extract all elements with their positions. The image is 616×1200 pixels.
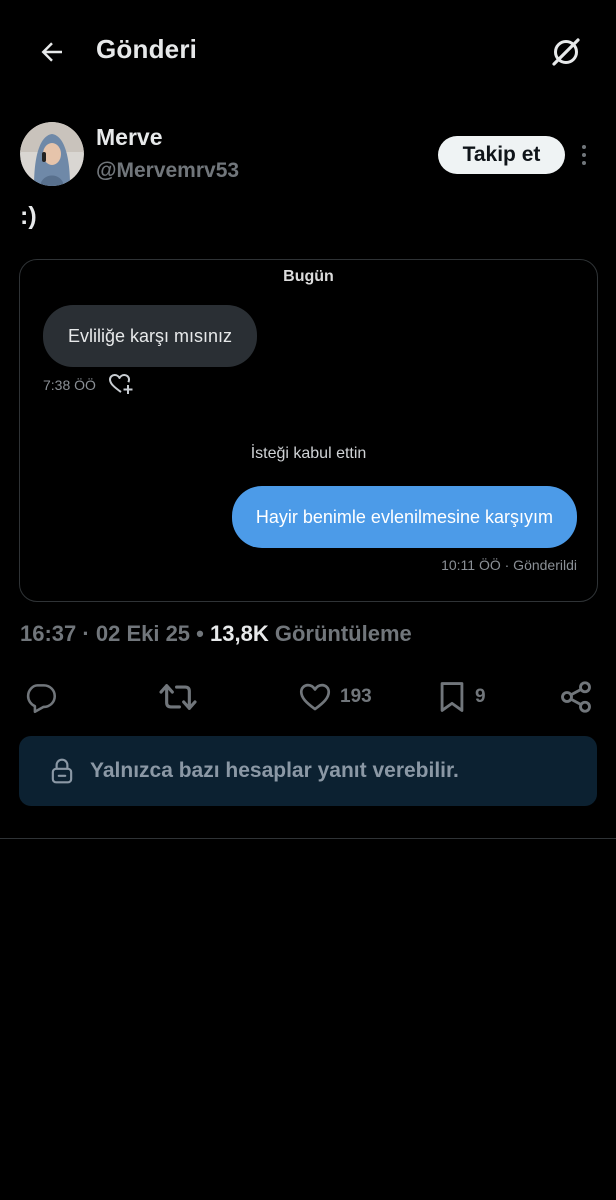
incoming-message-bubble: Evliliğe karşı mısınız: [43, 305, 258, 367]
heart-icon: [299, 683, 331, 711]
outgoing-message-bubble: Hayir benimle evlenilmesine karşıyım: [231, 486, 577, 548]
reply-icon: [26, 684, 57, 714]
more-dot-icon: [582, 153, 586, 157]
post-text: :): [20, 202, 37, 230]
like-button[interactable]: 193: [298, 676, 372, 718]
system-message: İsteği kabul ettin: [250, 445, 367, 462]
like-count: 193: [340, 686, 372, 707]
incoming-message-time: 7:38 ÖÖ: [43, 377, 96, 393]
meta-separator: •: [196, 621, 210, 646]
avatar[interactable]: [20, 122, 84, 186]
outgoing-message-meta: 10:11 ÖÖ · Gönderildi: [441, 557, 577, 573]
bookmark-count: 9: [475, 686, 486, 707]
divider: [0, 838, 616, 839]
share-button[interactable]: [558, 676, 594, 718]
reply-button[interactable]: [24, 676, 66, 718]
back-button[interactable]: [30, 30, 74, 74]
page-title: Gönderi: [96, 34, 198, 64]
grok-icon: [552, 38, 580, 66]
share-icon: [561, 681, 591, 713]
chat-date-label: Bugün: [283, 268, 334, 285]
more-dot-icon: [582, 161, 586, 165]
post-time[interactable]: 16:37: [20, 621, 76, 646]
heart-plus-icon: [109, 374, 133, 394]
more-dot-icon: [582, 145, 586, 149]
views-count: 13,8K: [210, 621, 269, 646]
bookmark-icon: [440, 682, 464, 712]
incoming-message-text: Evliliğe karşı mısınız: [68, 325, 233, 346]
more-options-button[interactable]: [572, 140, 596, 170]
bookmark-button[interactable]: 9: [437, 676, 486, 718]
outgoing-message-text: Hayir benimle evlenilmesine karşıyım: [255, 506, 553, 527]
reply-restriction-text: Yalnızca bazı hesaplar yanıt verebilir.: [90, 759, 459, 782]
retweet-button[interactable]: [158, 676, 206, 718]
author-handle[interactable]: @Mervemrv53: [96, 159, 239, 183]
author-name[interactable]: Merve: [96, 124, 162, 151]
retweet-icon: [159, 684, 197, 710]
views-label: Görüntüleme: [274, 621, 412, 646]
post-date[interactable]: 02 Eki 25: [96, 621, 190, 646]
post-meta: 16:37 · 02 Eki 25 • 13,8K Görüntüleme: [20, 621, 412, 647]
arrow-left-icon: [41, 42, 62, 62]
top-app-bar: [0, 0, 616, 104]
lock-icon: [51, 758, 73, 784]
grok-button[interactable]: [544, 30, 588, 74]
reply-restriction-banner: Yalnızca bazı hesaplar yanıt verebilir.: [19, 736, 597, 806]
post-image[interactable]: Bugün Evliliğe karşı mısınız 7:38 ÖÖ İst…: [19, 259, 598, 602]
follow-button[interactable]: Takip et: [438, 136, 565, 174]
meta-separator: ·: [82, 621, 96, 646]
